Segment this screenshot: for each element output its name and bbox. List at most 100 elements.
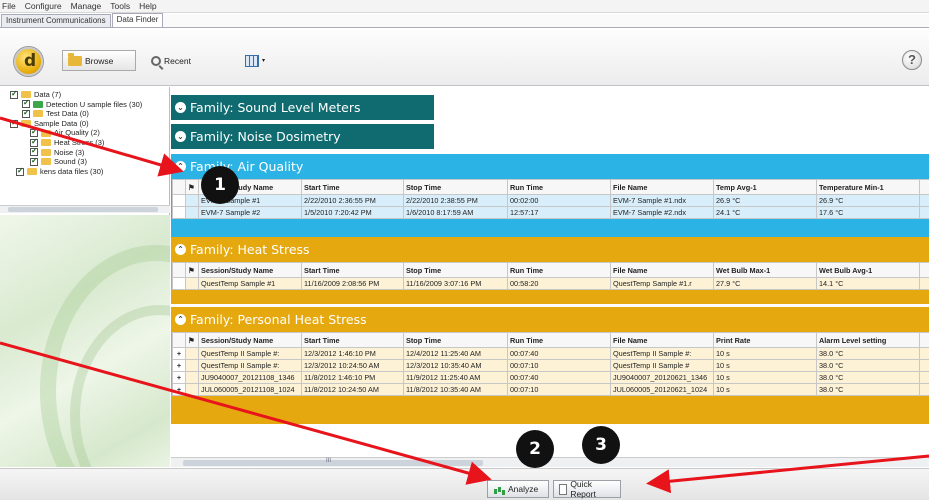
tree-item-test-data[interactable]: Test Data (0) <box>22 108 170 119</box>
column-header[interactable]: Stop Time <box>403 332 508 348</box>
tree-item-detection[interactable]: Detection U sample files (30) <box>22 98 170 110</box>
folder-tree: Data (7) Detection U sample files (30) T… <box>0 87 170 205</box>
checkbox[interactable] <box>22 108 30 118</box>
column-header[interactable]: Temperature Min-1 <box>816 179 920 195</box>
folder-icon <box>27 168 37 176</box>
browse-button[interactable]: Browse <box>62 50 136 71</box>
tree-item-label: Data (7) <box>34 90 62 99</box>
table-cell <box>919 359 929 372</box>
row-selector[interactable] <box>185 194 199 207</box>
family-header-sound[interactable]: ⌄ Family: Sound Level Meters <box>171 95 434 120</box>
chart-icon <box>493 485 505 494</box>
table-cell: 00:07:40 <box>507 371 611 384</box>
chevron-down-icon: ⌄ <box>175 131 186 142</box>
bottom-action-bar: Analyze Quick Report <box>0 468 929 500</box>
menu-configure[interactable]: Configure <box>25 1 62 11</box>
table-header-row: ⚑ Session/Study Name Start Time Stop Tim… <box>172 332 929 348</box>
checkbox[interactable] <box>10 118 18 128</box>
tree-item-heat-stress[interactable]: Heat Stress (3) <box>30 137 170 148</box>
expand-row-button[interactable]: + <box>172 383 186 396</box>
menu-file[interactable]: File <box>2 1 16 11</box>
tree-item-label: Heat Stress (3) <box>54 137 105 147</box>
column-header[interactable]: File Name <box>610 262 714 278</box>
tree-item-sound[interactable]: Sound (3) <box>30 156 170 167</box>
table-cell: 2/22/2010 2:38:55 PM <box>403 194 508 207</box>
dropdown-arrow-icon: ▾ <box>262 58 266 64</box>
column-header[interactable]: Temp Avg-1 <box>713 179 817 195</box>
table-cell: JUL060005_20121108_1024 <box>198 383 302 396</box>
family-header-noise[interactable]: ⌄ Family: Noise Dosimetry <box>171 124 434 149</box>
column-header[interactable]: Stop Time <box>403 262 508 278</box>
menu-help[interactable]: Help <box>139 1 156 11</box>
column-header[interactable]: Session/Study Name <box>198 262 302 278</box>
help-icon[interactable]: ? <box>902 50 922 70</box>
family-header-air[interactable]: ⌃ Family: Air Quality <box>171 154 929 179</box>
recent-button[interactable]: Recent <box>146 50 196 71</box>
table-row[interactable]: + JU9040007_20121108_1346 11/8/2012 1:46… <box>172 371 929 384</box>
row-selector[interactable] <box>185 206 199 219</box>
column-header[interactable]: Wet Bulb Avg-1 <box>816 262 920 278</box>
column-header[interactable]: Run Time <box>507 179 611 195</box>
expand-row-button[interactable]: + <box>172 371 186 384</box>
table-row[interactable]: + QuestTemp II Sample #: 12/3/2012 10:24… <box>172 359 929 372</box>
table-row[interactable]: QuestTemp Sample #1 11/16/2009 2:08:56 P… <box>172 277 929 290</box>
expand-row-button[interactable]: + <box>172 359 186 372</box>
column-header[interactable]: File Name <box>610 179 714 195</box>
row-selector[interactable] <box>185 277 199 290</box>
row-selector[interactable] <box>185 359 199 372</box>
checkbox[interactable] <box>16 166 24 176</box>
app-logo-icon[interactable] <box>14 47 43 76</box>
menu-bar: File Configure Manage Tools Help <box>0 0 929 13</box>
table-cell: 17.6 °C <box>816 206 920 219</box>
column-header[interactable]: Print Rate <box>713 332 817 348</box>
quick-report-button[interactable]: Quick Report <box>553 479 621 499</box>
table-cell: QuestTemp II Sample #: <box>198 359 302 372</box>
table-cell: 11/8/2012 1:46:10 PM <box>301 371 404 384</box>
table-row[interactable]: EVM-7 Sample #1 2/22/2010 2:36:55 PM 2/2… <box>172 194 929 207</box>
column-header[interactable]: Start Time <box>301 332 404 348</box>
checkbox[interactable] <box>10 89 18 99</box>
family-header-personal[interactable]: ⌃ Family: Personal Heat Stress <box>171 307 929 332</box>
tree-item-noise[interactable]: Noise (3) <box>30 146 170 158</box>
table-cell: 12:57:17 <box>507 206 611 219</box>
column-header[interactable]: Start Time <box>301 179 404 195</box>
folder-icon <box>68 52 82 66</box>
table-cell: 12/3/2012 10:35:40 AM <box>403 359 508 372</box>
column-header[interactable]: Start Time <box>301 262 404 278</box>
expand-row-button[interactable]: + <box>172 347 186 360</box>
tab-instrument-communications[interactable]: Instrument Communications <box>1 14 111 27</box>
row-selector[interactable] <box>185 371 199 384</box>
table-row[interactable]: EVM-7 Sample #2 1/5/2010 7:20:42 PM 1/6/… <box>172 206 929 219</box>
table-cell: 2/22/2010 2:36:55 PM <box>301 194 404 207</box>
column-header[interactable]: Run Time <box>507 332 611 348</box>
table-cell: JU9040007_20121108_1346 <box>198 371 302 384</box>
row-selector[interactable] <box>185 347 199 360</box>
table-header-row: ⚑ Session/Study Name Start Time Stop Tim… <box>172 262 929 278</box>
table-cell: 12/3/2012 10:24:50 AM <box>301 359 404 372</box>
tree-item-kens[interactable]: kens data files (30) <box>16 166 170 177</box>
menu-tools[interactable]: Tools <box>110 1 130 11</box>
checkbox[interactable] <box>30 156 38 166</box>
row-selector[interactable] <box>185 383 199 396</box>
table-row[interactable]: + QuestTemp II Sample #: 12/3/2012 1:46:… <box>172 347 929 360</box>
table-row[interactable]: + JUL060005_20121108_1024 11/8/2012 10:2… <box>172 383 929 396</box>
column-chooser-button[interactable]: ▾ <box>240 50 270 71</box>
scroll-thumb-grip: III <box>326 458 332 464</box>
analyze-button[interactable]: Analyze <box>487 480 549 498</box>
column-header[interactable]: Session/Study Name <box>198 332 302 348</box>
family-header-heat[interactable]: ⌃ Family: Heat Stress <box>171 237 929 262</box>
tree-item-air-quality[interactable]: Air Quality (2) <box>30 127 170 138</box>
personal-heat-stress-table: ⚑ Session/Study Name Start Time Stop Tim… <box>172 332 929 396</box>
search-icon <box>151 55 161 66</box>
table-cell: 24.1 °C <box>713 206 817 219</box>
column-header[interactable]: Wet Bulb Max-1 <box>713 262 817 278</box>
tab-data-finder[interactable]: Data Finder <box>111 13 164 27</box>
column-header[interactable]: File Name <box>610 332 714 348</box>
column-header[interactable]: Alarm Level setting <box>816 332 920 348</box>
tree-item-data[interactable]: Data (7) <box>10 89 170 100</box>
menu-manage[interactable]: Manage <box>71 1 102 11</box>
table-cell: EVM-7 Sample #2.ndx <box>610 206 714 219</box>
tree-horizontal-scrollbar[interactable] <box>0 205 170 213</box>
column-header[interactable]: Stop Time <box>403 179 508 195</box>
column-header[interactable]: Run Time <box>507 262 611 278</box>
